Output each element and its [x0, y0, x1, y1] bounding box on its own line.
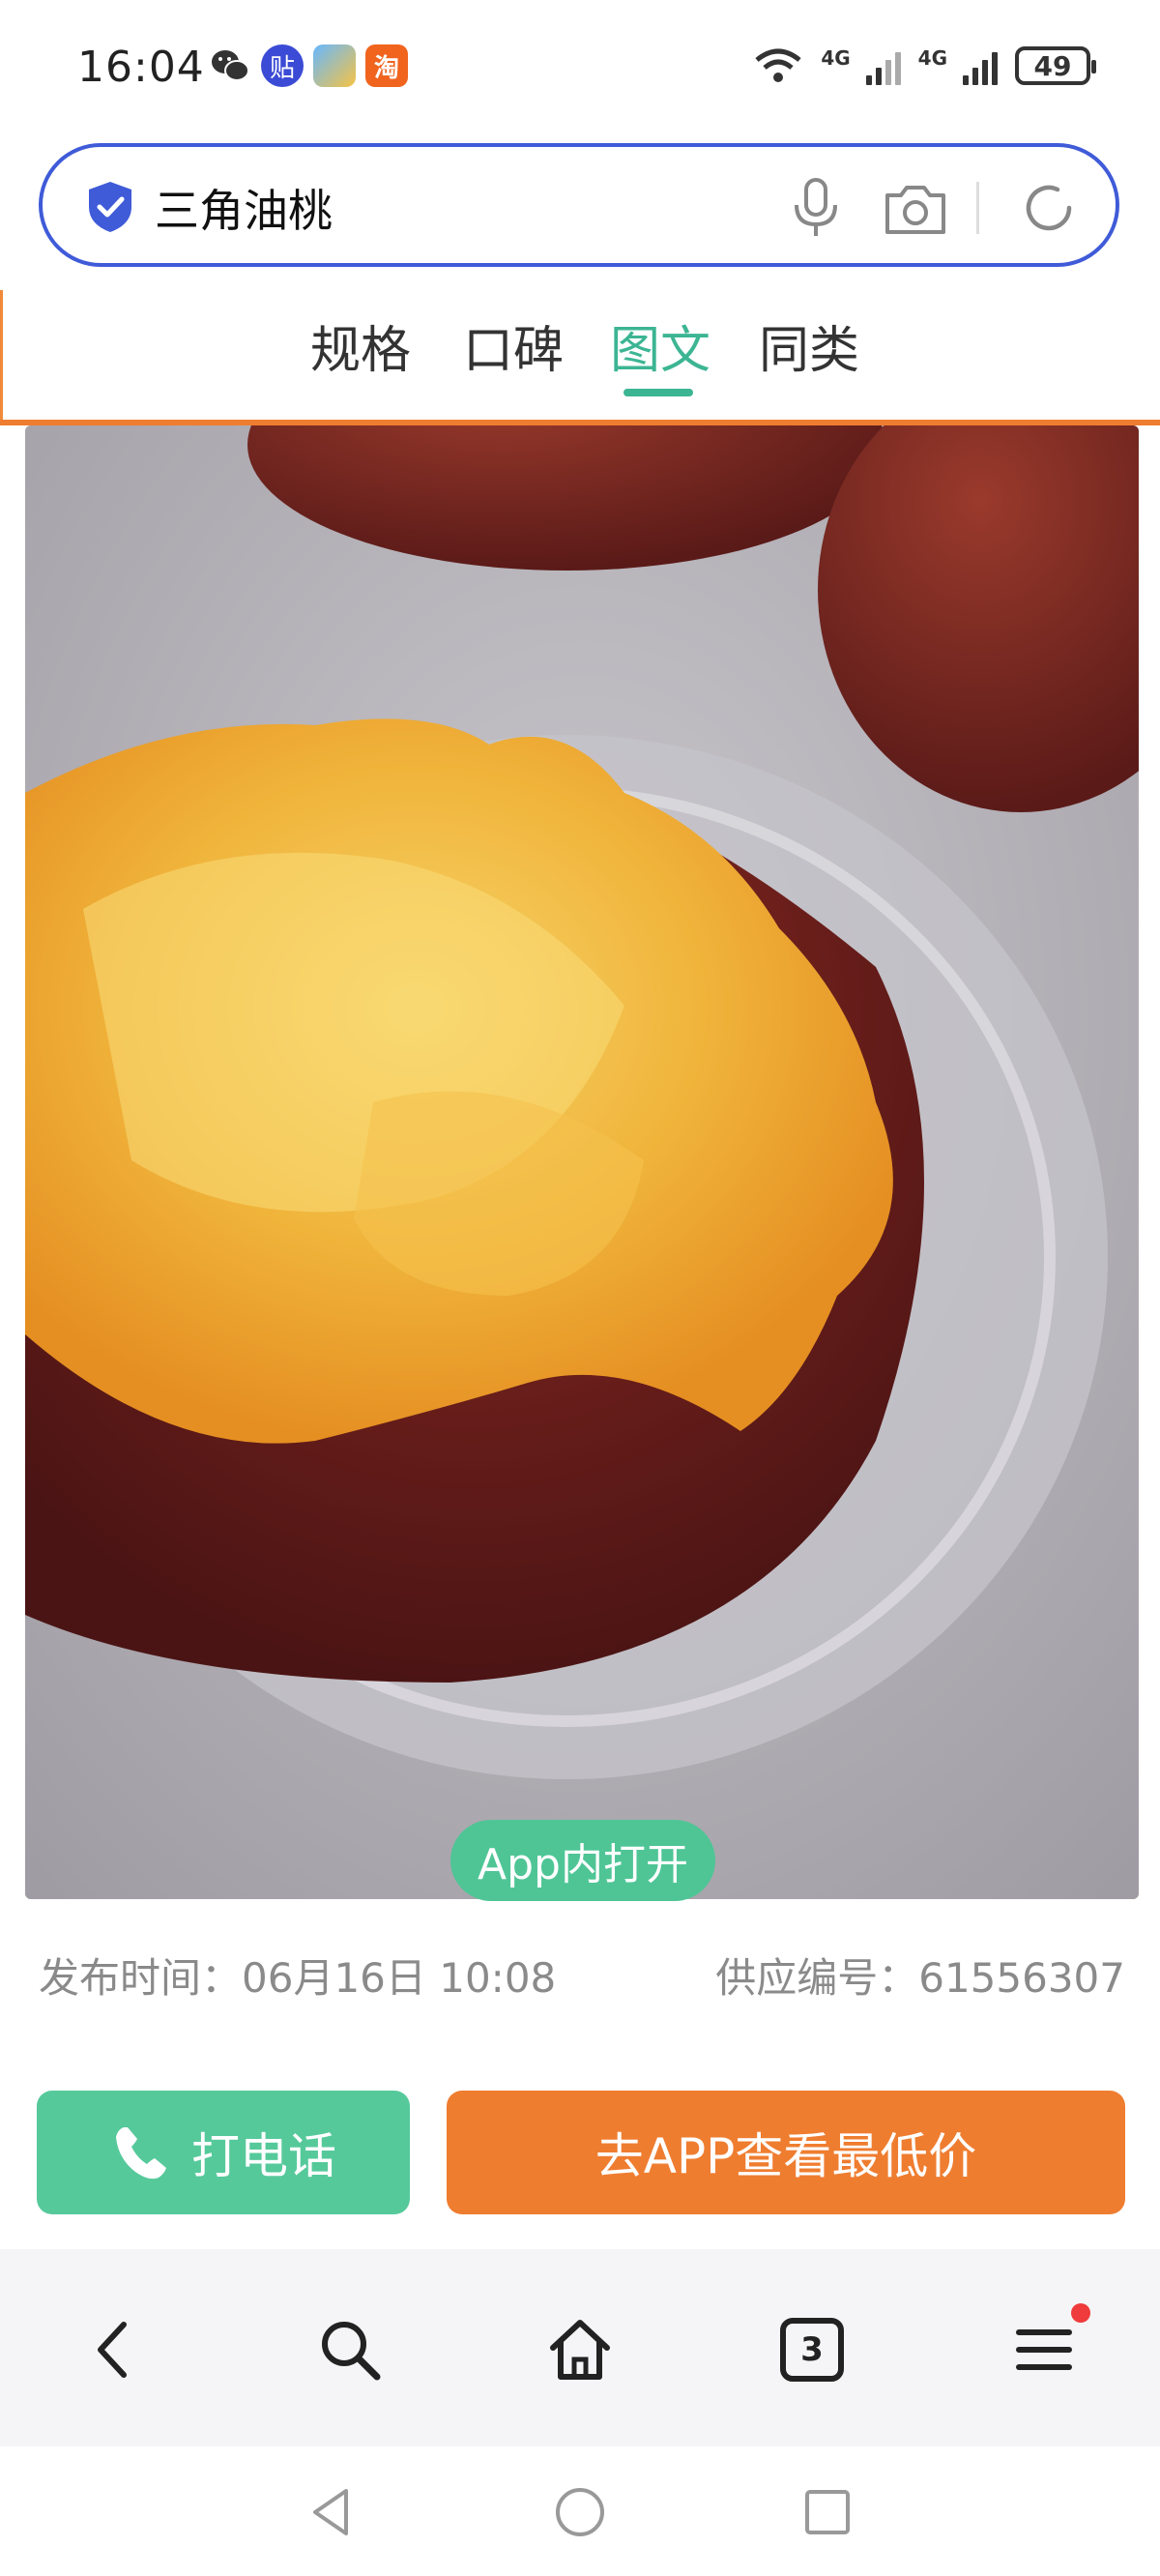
product-image[interactable]	[25, 425, 1139, 1899]
publish-time: 发布时间：06月16日 10:08	[39, 1954, 557, 2002]
signal-icon-2	[963, 46, 998, 85]
detail-tabs: 规格 口碑 图文 同类	[0, 290, 1160, 425]
search-divider	[976, 182, 979, 234]
search-input[interactable]: 三角油桃	[155, 176, 333, 240]
system-nav-bar	[0, 2446, 1160, 2576]
menu-notification-dot	[1071, 2303, 1090, 2323]
home-icon[interactable]	[545, 2315, 615, 2385]
call-button-label: 打电话	[191, 2128, 336, 2184]
signal-icon-1	[865, 46, 901, 85]
tab-pictures[interactable]: 图文	[610, 309, 710, 382]
tab-similar[interactable]: 同类	[759, 309, 859, 382]
tab-count: 3	[800, 2330, 824, 2369]
status-indicators: 4G 4G 49	[753, 46, 1096, 85]
active-tab-indicator	[624, 389, 693, 396]
nav-back-icon[interactable]	[304, 2483, 362, 2541]
tabs-icon[interactable]: 3	[777, 2315, 847, 2385]
network-label-2: 4G	[917, 46, 947, 70]
nav-recent-icon[interactable]	[798, 2483, 856, 2541]
refresh-icon[interactable]	[1019, 178, 1079, 238]
network-label-1: 4G	[821, 46, 851, 70]
tieba-icon: 贴	[261, 44, 304, 87]
search-icon[interactable]	[315, 2315, 385, 2385]
view-lowest-price-button[interactable]: 去APP查看最低价	[447, 2091, 1125, 2214]
call-button[interactable]: 打电话	[37, 2091, 410, 2214]
menu-icon[interactable]	[1009, 2315, 1079, 2385]
tab-reviews[interactable]: 口碑	[463, 309, 564, 382]
back-icon[interactable]	[79, 2315, 149, 2385]
browser-toolbar: 3	[0, 2249, 1160, 2446]
open-in-app-button[interactable]: App内打开	[450, 1820, 715, 1901]
weather-icon	[313, 44, 356, 87]
microphone-icon[interactable]	[787, 176, 845, 240]
tab-specs[interactable]: 规格	[310, 309, 411, 382]
phone-icon	[116, 2127, 166, 2180]
status-bar: 16:04 贴 淘 4G 4G 49	[0, 0, 1160, 135]
status-time: 16:04	[77, 43, 205, 92]
shield-icon	[89, 182, 131, 232]
camera-icon[interactable]	[882, 180, 949, 238]
wechat-icon	[209, 44, 251, 87]
wifi-icon	[755, 48, 801, 82]
supply-id: 供应编号：61556307	[715, 1954, 1125, 2002]
taobao-icon: 淘	[365, 44, 408, 87]
battery-indicator: 49	[1015, 46, 1096, 85]
search-bar[interactable]: 三角油桃	[39, 143, 1119, 267]
nav-home-icon[interactable]	[551, 2483, 609, 2541]
